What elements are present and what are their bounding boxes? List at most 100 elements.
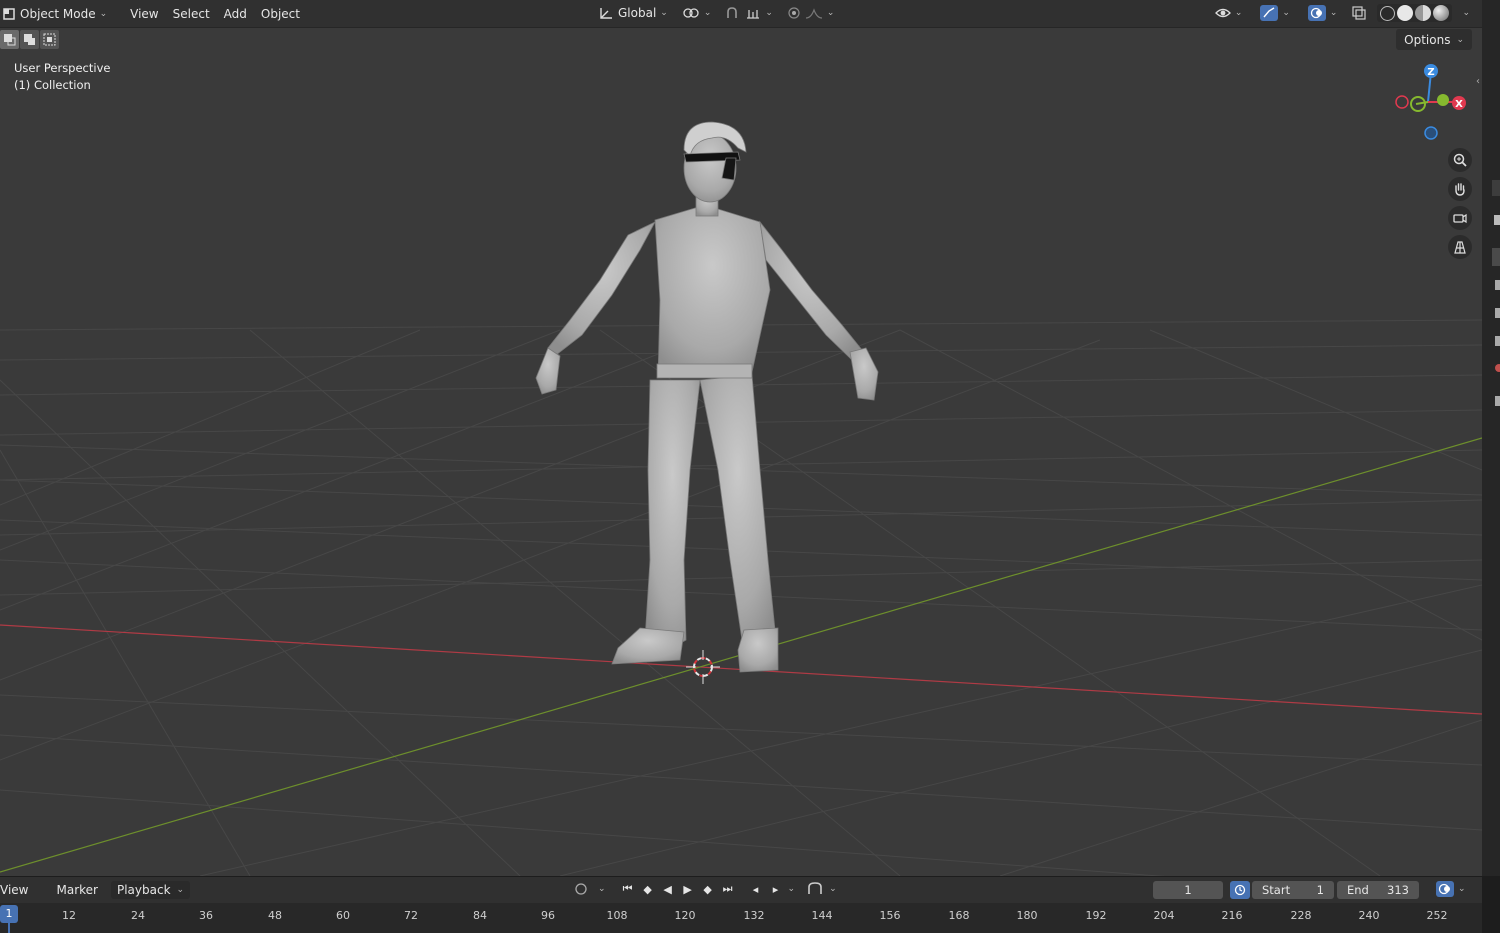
frame-ruler[interactable]: 12 24 36 48 60 72 84 96 108 120 132 144 … [0, 903, 1482, 933]
pivot-icon [683, 8, 699, 18]
properties-editor-edge[interactable] [1482, 0, 1500, 876]
jump-to-prev-keyframe-button[interactable]: ◆ [640, 880, 656, 898]
select-extend-button[interactable] [20, 30, 39, 49]
navigation-gizmo[interactable]: Z X [1390, 58, 1474, 144]
chevron-down-icon: ⌄ [1456, 34, 1464, 45]
ruler-tick: 72 [404, 909, 418, 922]
selection-mode-row [0, 30, 59, 50]
material-preview-button[interactable] [1415, 5, 1432, 21]
3d-viewport[interactable]: Object Mode ⌄ View Select Add Object Glo… [0, 0, 1482, 876]
timeline-view-options[interactable]: ⌄ [1436, 881, 1466, 897]
snap-target-icon [747, 10, 760, 19]
ruler-tick: 180 [1016, 909, 1038, 922]
next-keyframe-button[interactable]: ▸ [768, 880, 784, 898]
transport-controls: ⌄ ⏮ ◆ ◀ ▶ ◆ ⏭ ◂ ▸ ⌄ ⌄ [572, 880, 837, 898]
options-label: Options [1404, 32, 1451, 47]
timeline-menu-marker[interactable]: Marker [49, 883, 104, 897]
use-preview-range-toggle[interactable] [1230, 881, 1250, 899]
end-frame-field[interactable]: End 313 [1337, 881, 1419, 899]
collection-label: (1) Collection [14, 78, 91, 92]
camera-view-button[interactable] [1448, 206, 1472, 230]
chevron-down-icon: ⌄ [660, 8, 668, 18]
overlay-toggle[interactable]: ⌄ [1304, 2, 1342, 24]
ruler-tick: 168 [948, 909, 970, 922]
menu-view[interactable]: View [123, 3, 165, 25]
select-new-button[interactable] [0, 30, 19, 49]
ruler-tick: 84 [473, 909, 487, 922]
timeline-menu-view[interactable]: View [0, 883, 35, 897]
menu-select[interactable]: Select [166, 3, 217, 25]
snap-icon[interactable] [805, 880, 825, 898]
current-frame-value: 1 [1184, 883, 1192, 897]
perspective-label: User Perspective [14, 61, 111, 75]
prev-keyframe-button[interactable]: ◂ [748, 880, 764, 898]
start-frame-field[interactable]: Start 1 [1252, 881, 1334, 899]
neg-y-axis-handle[interactable] [1437, 94, 1449, 106]
viewport-header: Object Mode ⌄ View Select Add Object Glo… [0, 0, 1482, 28]
rendered-shading-button[interactable] [1433, 5, 1450, 21]
auto-keying-icon[interactable] [572, 880, 594, 898]
viewport-display-tools: ⌄ ⌄ ⌄ ⌄ [1211, 2, 1470, 24]
end-label: End [1347, 883, 1369, 897]
clock-icon [1234, 884, 1246, 896]
zoom-icon [1453, 153, 1467, 167]
chevron-down-icon: ⌄ [176, 885, 185, 895]
ruler-tick: 12 [62, 909, 76, 922]
falloff-icon [805, 8, 822, 19]
playhead-label: 1 [5, 907, 13, 920]
ruler-tick: 204 [1153, 909, 1175, 922]
ortho-grid-icon [1454, 241, 1466, 254]
ruler-tick: 144 [811, 909, 833, 922]
solid-shading-button[interactable] [1397, 5, 1414, 21]
transform-orientation-dropdown[interactable]: Global ⌄ [594, 2, 672, 24]
play-button[interactable]: ▶ [680, 880, 696, 898]
chevron-down-icon: ⌄ [1234, 8, 1243, 18]
keyframe-chevron-icon[interactable]: ⌄ [788, 884, 796, 894]
timeline-header: View Marker Playback ⌄ ⌄ ⏮ ◆ ◀ ▶ ◆ ⏭ ◂ ▸… [0, 877, 1482, 903]
current-frame-field[interactable]: 1 [1153, 881, 1223, 899]
proportional-edit-dropdown[interactable]: ⌄ [783, 2, 839, 24]
playback-dropdown[interactable]: Playback ⌄ [110, 881, 191, 899]
visibility-icon [1214, 8, 1231, 18]
neg-x-axis-handle[interactable] [1395, 95, 1409, 109]
pivot-point-dropdown[interactable]: ⌄ [678, 2, 716, 24]
jump-to-start-button[interactable]: ⏮ [620, 880, 636, 898]
playhead[interactable]: 1 [0, 905, 18, 923]
ruler-tick: 48 [268, 909, 282, 922]
mode-label: Object Mode [20, 6, 96, 21]
gizmo-toggle[interactable]: ⌄ [1256, 2, 1294, 24]
wireframe-shading-button[interactable] [1380, 5, 1396, 21]
sidebar-toggle-chevron-icon[interactable]: ‹ [1476, 76, 1480, 87]
viewport-scene[interactable] [0, 0, 1482, 876]
start-label: Start [1262, 883, 1291, 897]
neg-z-axis-handle[interactable] [1424, 126, 1438, 140]
select-subtract-button[interactable] [40, 30, 59, 49]
chevron-down-icon: ⌄ [1458, 884, 1466, 894]
ruler-tick: 240 [1358, 909, 1380, 922]
menu-add[interactable]: Add [217, 3, 254, 25]
shading-options-chevron-icon[interactable]: ⌄ [1462, 8, 1470, 18]
ruler-tick: 192 [1085, 909, 1107, 922]
character-model[interactable] [535, 121, 879, 673]
ruler-tick: 96 [541, 909, 555, 922]
keying-chevron-icon[interactable]: ⌄ [598, 884, 606, 894]
visibility-dropdown[interactable]: ⌄ [1211, 2, 1247, 24]
pan-button[interactable] [1448, 177, 1472, 201]
options-dropdown[interactable]: Options ⌄ [1396, 29, 1472, 50]
xray-icon[interactable] [1351, 5, 1367, 21]
transform-orientation-label: Global [618, 6, 657, 20]
menu-object[interactable]: Object [254, 3, 307, 25]
zoom-button[interactable] [1448, 148, 1472, 172]
start-value: 1 [1316, 883, 1324, 897]
snap-chevron-icon[interactable]: ⌄ [829, 884, 837, 894]
play-reverse-button[interactable]: ◀ [660, 880, 676, 898]
snap-dropdown[interactable]: ⌄ [721, 2, 777, 24]
ortho-toggle-button[interactable] [1448, 235, 1472, 259]
jump-to-next-keyframe-button[interactable]: ◆ [700, 880, 716, 898]
snap-icon [727, 7, 738, 18]
jump-to-end-button[interactable]: ⏭ [720, 880, 736, 898]
overlay-icon [1307, 5, 1326, 21]
chevron-down-icon: ⌄ [1329, 8, 1338, 18]
ruler-tick: 252 [1426, 909, 1448, 922]
mode-selector[interactable]: Object Mode ⌄ [0, 3, 113, 25]
